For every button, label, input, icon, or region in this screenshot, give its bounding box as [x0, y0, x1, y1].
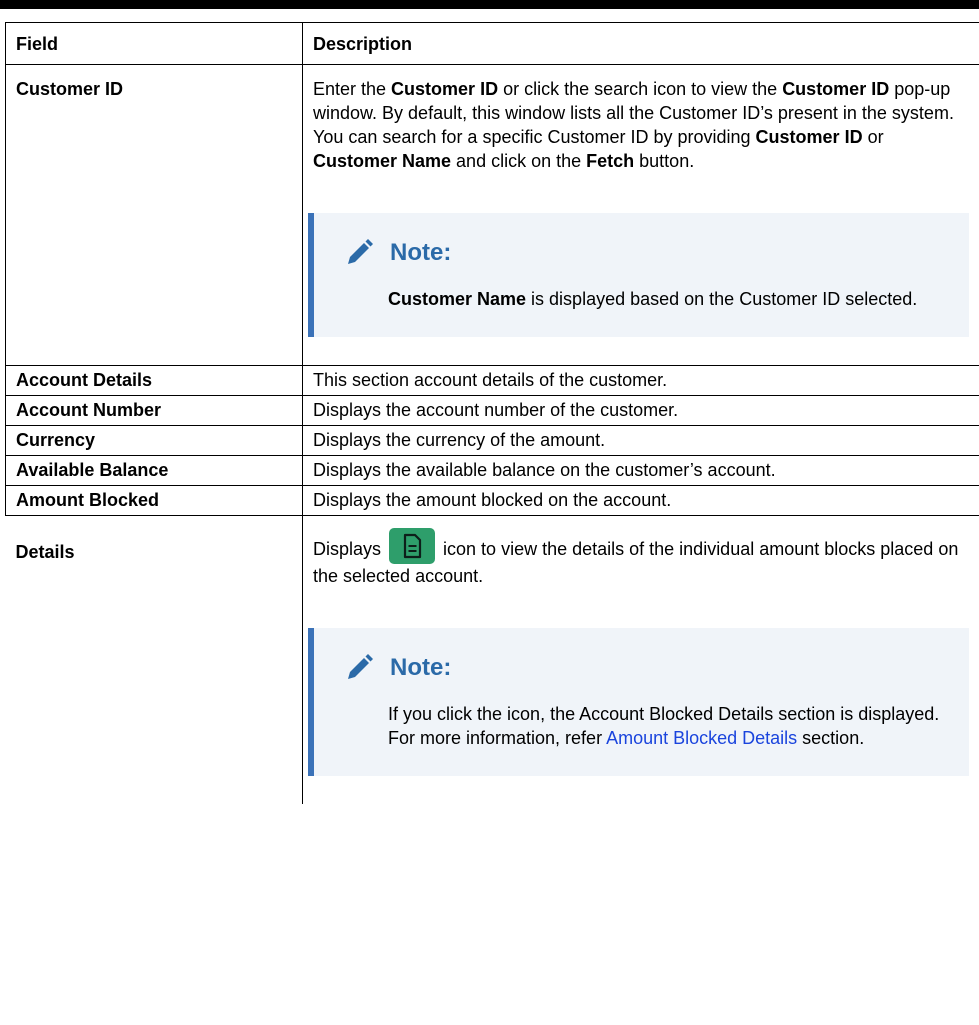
note-text: section. — [797, 728, 865, 748]
desc-text: Enter the — [313, 79, 392, 99]
desc-currency: Displays the currency of the amount. — [302, 425, 979, 456]
desc-bold: Customer ID — [391, 79, 499, 99]
desc-customer-id: Enter the Customer ID or click the searc… — [302, 64, 979, 366]
note-body: Customer Name is displayed based on the … — [342, 287, 949, 311]
note-header: Note: — [342, 236, 949, 270]
field-customer-id: Customer ID — [5, 64, 303, 366]
desc-text: button. — [634, 151, 695, 171]
pencil-icon — [348, 239, 373, 264]
amount-blocked-details-link[interactable]: Amount Blocked Details — [606, 728, 797, 748]
field-details: Details — [5, 515, 303, 804]
table-row: Currency Displays the currency of the am… — [5, 425, 979, 456]
note-text: is displayed based on the Customer ID se… — [526, 289, 918, 309]
top-rule — [0, 0, 979, 9]
header-field: Field — [5, 22, 303, 65]
desc-bold: Customer ID — [782, 79, 890, 99]
field-amount-blocked: Amount Blocked — [5, 485, 303, 516]
field-currency: Currency — [5, 425, 303, 456]
field-available-balance: Available Balance — [5, 455, 303, 486]
note-bold: Customer Name — [388, 289, 527, 309]
note-body: If you click the icon, the Account Block… — [342, 702, 949, 750]
table-row: Amount Blocked Displays the amount block… — [5, 485, 979, 516]
desc-details: Displays icon to view the details of the… — [302, 515, 979, 804]
desc-available-balance: Displays the available balance on the cu… — [302, 455, 979, 486]
desc-bold: Customer Name — [313, 151, 452, 171]
desc-text: or — [862, 127, 884, 147]
note-title: Note: — [390, 239, 452, 266]
desc-account-details: This section account details of the cust… — [302, 365, 979, 396]
field-account-number: Account Number — [5, 395, 303, 426]
desc-text: Displays — [313, 539, 387, 559]
note-header: Note: — [342, 651, 949, 685]
table-header-row: Field Description — [5, 22, 979, 65]
pencil-icon — [348, 654, 373, 679]
field-account-details: Account Details — [5, 365, 303, 396]
table-row: Account Details This section account det… — [5, 365, 979, 396]
table-row: Customer ID Enter the Customer ID or cli… — [5, 64, 979, 366]
desc-account-number: Displays the account number of the custo… — [302, 395, 979, 426]
desc-text: or click the search icon to view the — [498, 79, 783, 99]
desc-text: and click on the — [451, 151, 587, 171]
desc-amount-blocked: Displays the amount blocked on the accou… — [302, 485, 979, 516]
document-icon — [389, 528, 436, 564]
desc-bold: Customer ID — [755, 127, 863, 147]
header-description: Description — [302, 22, 979, 65]
note-box: Note: Customer Name is displayed based o… — [308, 213, 969, 337]
desc-bold: Fetch — [586, 151, 635, 171]
table-row: Account Number Displays the account numb… — [5, 395, 979, 426]
note-title: Note: — [390, 654, 452, 681]
table-row: Available Balance Displays the available… — [5, 455, 979, 486]
table-row: Details Displays icon to view the detail… — [5, 515, 979, 804]
note-box: Note: If you click the icon, the Account… — [308, 628, 969, 776]
field-description-table: Field Description Customer ID Enter the … — [5, 22, 979, 804]
